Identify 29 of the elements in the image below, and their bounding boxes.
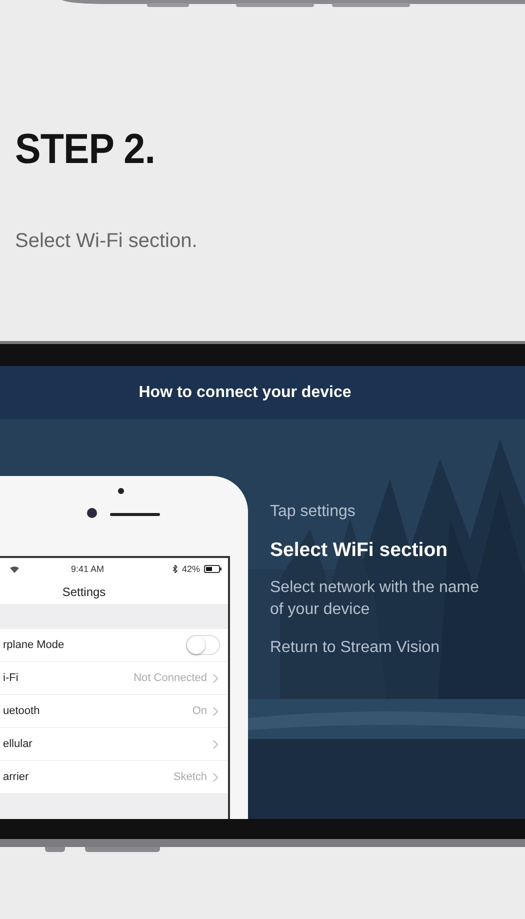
status-time: 9:41 AM (71, 564, 106, 574)
speaker-grille (110, 513, 160, 516)
step-description: Select Wi-Fi section. (15, 230, 198, 253)
chevron-icon (213, 674, 218, 682)
instruction-step: Select network with the name of your device (270, 577, 482, 621)
toggle-switch[interactable] (186, 635, 220, 655)
setting-value: On (192, 705, 207, 717)
setting-label: uetooth (3, 705, 41, 717)
instruction-step: Return to Stream Vision (270, 637, 482, 659)
setting-label: i-Fi (3, 672, 20, 684)
setting-label: rplane Mode (3, 639, 66, 651)
instruction-step: Tap settings (270, 501, 482, 523)
camera-lens (87, 508, 97, 518)
chevron-icon (213, 772, 218, 782)
setting-value: Not Connected (134, 672, 207, 684)
chevron-icon (213, 740, 218, 748)
camera-dot (118, 488, 124, 494)
step-title: STEP 2. (15, 128, 155, 170)
setting-label: ellular (3, 738, 34, 750)
setting-value: Sketch (173, 771, 207, 783)
setting-label: arrier (3, 771, 30, 783)
battery-icon (204, 565, 222, 573)
bluetooth-icon (172, 565, 178, 573)
instruction-step: Select WiFi section (270, 539, 482, 561)
battery-percent: 42% (182, 564, 200, 574)
app-title: How to connect your device (138, 384, 352, 402)
wifi-icon (10, 566, 19, 572)
settings-title: Settings (61, 584, 107, 601)
chevron-icon (213, 706, 218, 716)
